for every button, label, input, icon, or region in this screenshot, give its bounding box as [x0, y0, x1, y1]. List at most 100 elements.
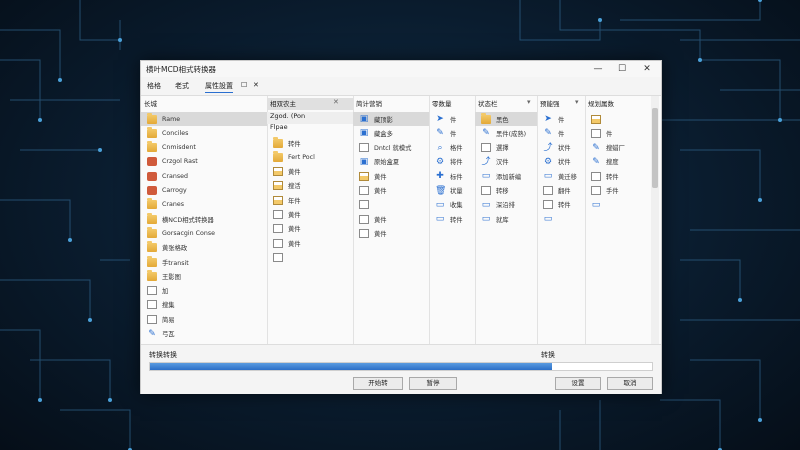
close-tab-icon[interactable]: ✕: [253, 81, 259, 89]
menu-item-settings[interactable]: 属性設置: [205, 81, 233, 93]
list-item[interactable]: ✎ 黑件(成熟): [475, 126, 537, 140]
list-item[interactable]: 转件: [585, 169, 651, 183]
close-button[interactable]: ✕: [636, 62, 658, 76]
doc-icon: [543, 200, 553, 210]
close-column-icon[interactable]: ✕: [333, 98, 339, 106]
monitor-icon: ▭: [481, 199, 491, 210]
cancel-button[interactable]: 取消: [607, 377, 653, 390]
list-item[interactable]: ▭: [585, 198, 651, 212]
list-item-label: 黄件: [374, 173, 387, 181]
list-item[interactable]: 黄件: [353, 169, 429, 183]
maximize-button[interactable]: ☐: [611, 62, 633, 76]
start-button[interactable]: 开始转: [353, 377, 403, 390]
list-item[interactable]: ✎ 搜蜡厂: [585, 141, 651, 155]
list-item[interactable]: 简易: [141, 312, 267, 326]
list-item[interactable]: 加: [141, 284, 267, 298]
list-item[interactable]: 手transit: [141, 255, 267, 269]
list-item[interactable]: ✎ 弓瓦: [141, 327, 267, 341]
list-item[interactable]: 搜集: [141, 298, 267, 312]
menu-item-mode[interactable]: 老式: [175, 81, 189, 91]
list-item[interactable]: ⤴ 状件: [537, 141, 585, 155]
list-item[interactable]: 横NCD相式转换器: [141, 212, 267, 226]
list-item[interactable]: Cransed: [141, 169, 267, 183]
list-item[interactable]: Cnmisdent: [141, 141, 267, 155]
list-item[interactable]: ⚙ 将件: [429, 155, 475, 169]
list-item[interactable]: ▭ 黄迁移: [537, 169, 585, 183]
folder-icon: [147, 241, 157, 253]
list-item[interactable]: ▭ 转件: [429, 212, 475, 226]
list-item[interactable]: 件: [585, 126, 651, 140]
list-item[interactable]: 王影图: [141, 269, 267, 283]
list-item[interactable]: ⤴ 汉件: [475, 155, 537, 169]
list-item[interactable]: 黄件: [267, 208, 353, 222]
list-item-label: 收集: [450, 202, 463, 210]
list-item-label: Rame: [162, 115, 181, 123]
list-item[interactable]: 转件: [537, 198, 585, 212]
list-item[interactable]: 黄件: [267, 236, 353, 250]
list-item[interactable]: ▣ 藏盒多: [353, 126, 429, 140]
list-item[interactable]: ▭ 深沿排: [475, 198, 537, 212]
list-item[interactable]: ⌕ 格件: [429, 141, 475, 155]
list-item[interactable]: ✚ 标件: [429, 169, 475, 183]
list-item-label: 黑色: [496, 116, 509, 124]
pen-icon: ✎: [592, 142, 600, 153]
minimize-button[interactable]: —: [587, 62, 609, 76]
list-item[interactable]: 黄件: [353, 212, 429, 226]
list-item[interactable]: Conciles: [141, 126, 267, 140]
list-item[interactable]: 黄件: [353, 226, 429, 240]
column-header[interactable]: 相双农主: [267, 98, 353, 110]
list-item[interactable]: 翻件: [537, 184, 585, 198]
list-item[interactable]: ▣ 藏顶影: [353, 112, 429, 126]
list-item[interactable]: ✎ 搜度: [585, 155, 651, 169]
list-item[interactable]: 黄件: [267, 222, 353, 236]
list-item[interactable]: Rame: [141, 112, 267, 126]
menu-bar: 格格 老式 属性設置 ☐ ✕: [141, 78, 661, 94]
list-item[interactable]: Crzgol Rast: [141, 155, 267, 169]
list-item-label: 黄张格政: [162, 245, 188, 253]
list-item[interactable]: Fert Pocl: [267, 150, 353, 164]
list-item[interactable]: ⚙ 状件: [537, 155, 585, 169]
list-item[interactable]: 搜活: [267, 179, 353, 193]
list-item[interactable]: [267, 250, 353, 264]
list-item[interactable]: 年件: [267, 193, 353, 207]
list-item[interactable]: 黄张格政: [141, 241, 267, 255]
doc-folder-icon: [359, 171, 369, 181]
list-item[interactable]: Gorsacgin Conse: [141, 226, 267, 240]
list-item[interactable]: ▭ 添加新编: [475, 169, 537, 183]
list-item[interactable]: [353, 198, 429, 212]
list-item[interactable]: ▭: [537, 212, 585, 226]
red-file-icon: [147, 186, 157, 195]
scrollbar-thumb[interactable]: [652, 108, 658, 188]
list-item[interactable]: 🗑 状量: [429, 184, 475, 198]
list-item-label: 件: [606, 130, 613, 138]
list-item[interactable]: ➤ 件: [429, 112, 475, 126]
list-item[interactable]: ▭ 就库: [475, 212, 537, 226]
list-item[interactable]: Carrogy: [141, 184, 267, 198]
list-item[interactable]: ▣ 原始盒夏: [353, 155, 429, 169]
list-item[interactable]: Dntcl 就模式: [353, 141, 429, 155]
list-item[interactable]: Cranes: [141, 198, 267, 212]
pen-icon: ✎: [148, 328, 156, 339]
list-item[interactable]: ▭ 收集: [429, 198, 475, 212]
menu-item-file[interactable]: 格格: [147, 81, 161, 91]
list-item[interactable]: [585, 112, 651, 126]
column-planning: 规划属数 件 ✎ 搜蜡厂 ✎ 搜度 转件 手件 ▭: [585, 96, 651, 344]
list-item[interactable]: 转移: [475, 184, 537, 198]
list-item[interactable]: 選擇: [475, 141, 537, 155]
list-item[interactable]: 黄件: [353, 184, 429, 198]
settings-button[interactable]: 设置: [555, 377, 601, 390]
list-item[interactable]: ➤ 件: [537, 112, 585, 126]
image-icon: ▣: [359, 114, 369, 124]
sort-icon[interactable]: ▾: [575, 98, 579, 106]
list-item[interactable]: 黑色: [475, 112, 537, 126]
list-item[interactable]: ✎ 件: [537, 126, 585, 140]
list-item[interactable]: 黄件: [267, 165, 353, 179]
list-item[interactable]: 转件: [267, 136, 353, 150]
list-item[interactable]: ✎ 件: [429, 126, 475, 140]
progress-right-label: 转换: [541, 351, 555, 359]
list-item[interactable]: 手件: [585, 184, 651, 198]
sort-icon[interactable]: ▾: [527, 98, 531, 106]
pause-button[interactable]: 暂停: [409, 377, 457, 390]
vertical-scrollbar[interactable]: [651, 96, 659, 344]
new-window-icon[interactable]: ☐: [241, 81, 247, 89]
